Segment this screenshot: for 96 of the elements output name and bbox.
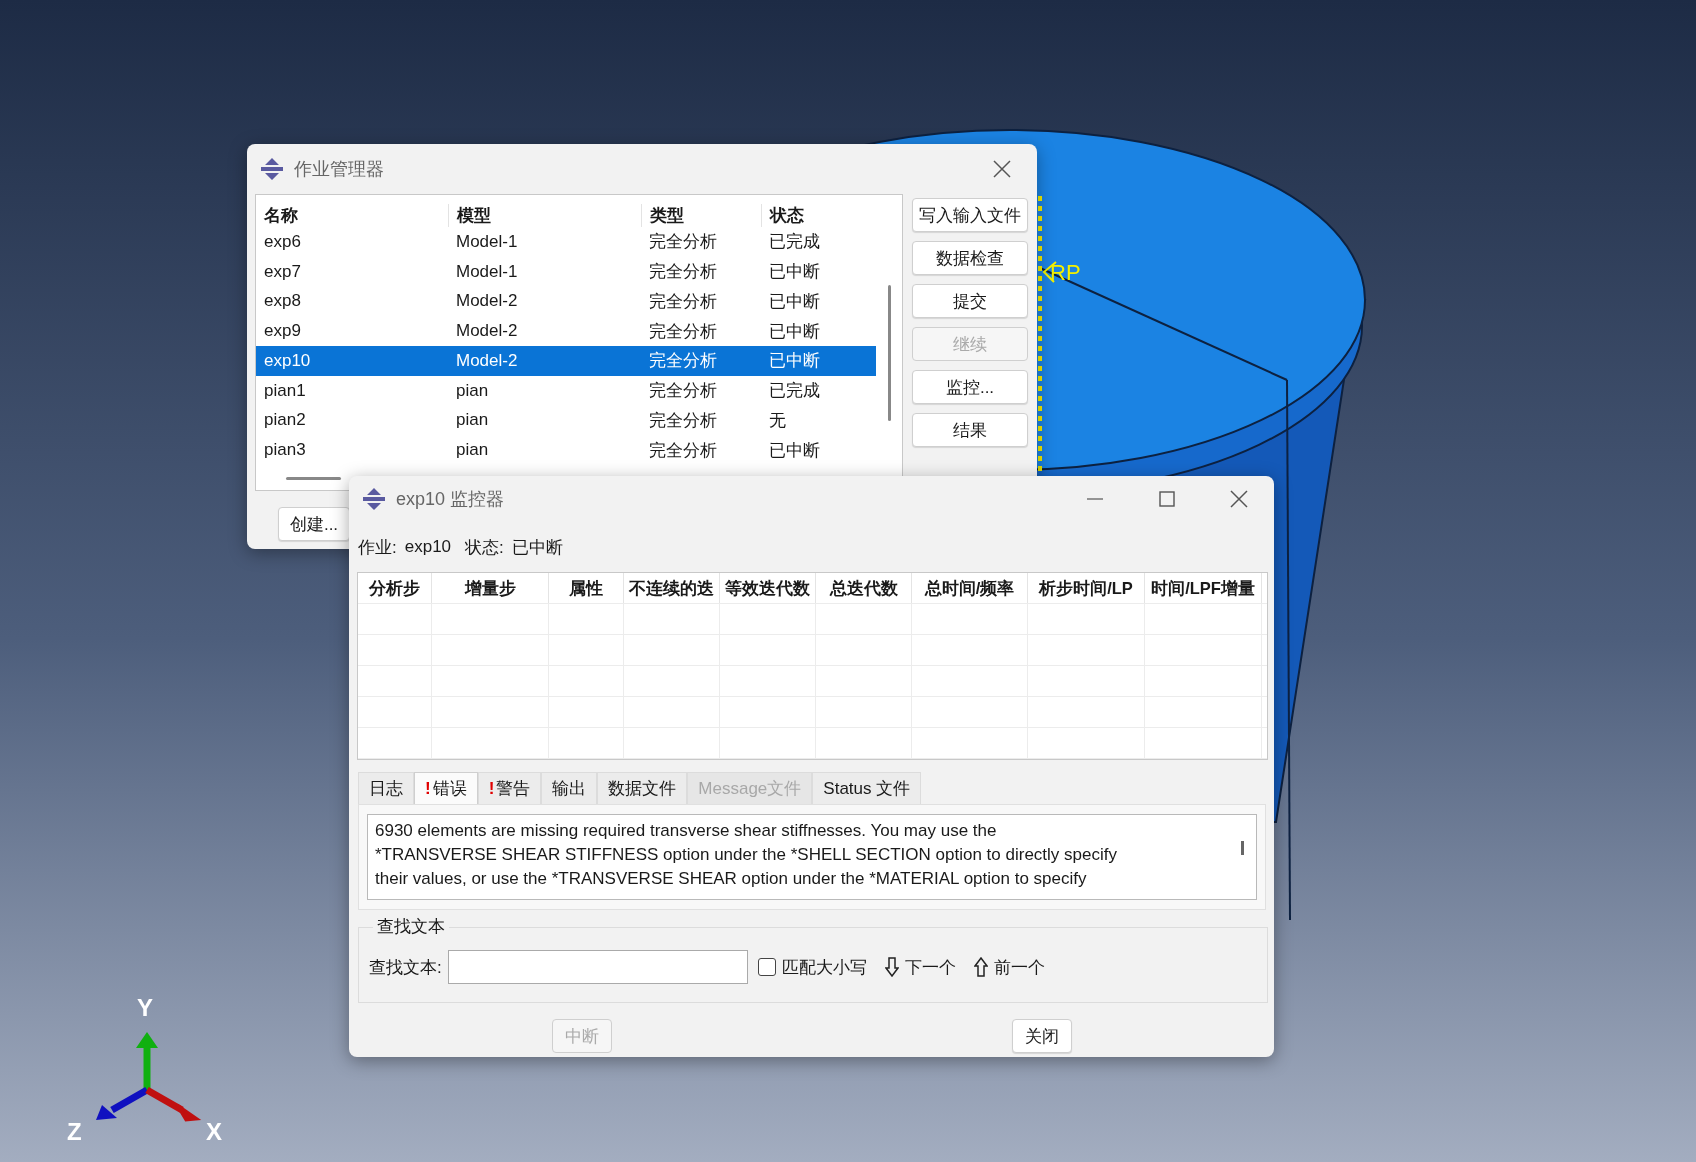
table-cell-text: exp7	[263, 261, 302, 282]
table-cell-text: 已中断	[768, 320, 821, 343]
action-button[interactable]: 数据检查	[912, 241, 1028, 275]
table-cell-text: pian	[455, 380, 490, 401]
table-cell-text: exp10	[263, 350, 312, 371]
job-row[interactable]: pian1 pian 完全分析 已完成	[256, 375, 876, 406]
table-cell-text: 已中断	[768, 290, 821, 313]
status-value: 已中断	[511, 536, 563, 559]
tab[interactable]: !警告	[477, 772, 542, 804]
table-cell-text: Model-1	[455, 231, 519, 252]
table-cell-text: 已完成	[768, 380, 821, 403]
table-cell-text: 已完成	[768, 231, 821, 254]
arrow-up-icon[interactable]	[973, 957, 988, 977]
scrollbar-thumb[interactable]	[888, 285, 891, 421]
table-cell-text: 已中断	[768, 261, 821, 284]
table-cell-text: 已中断	[768, 350, 821, 373]
next-link[interactable]: 下一个	[904, 955, 956, 979]
axis-label: Z	[67, 1118, 82, 1145]
table-cell-text: Model-2	[455, 321, 519, 342]
job-row[interactable]: pian2 pian 完全分析 无	[256, 405, 876, 436]
table-cell-text: 完全分析	[648, 439, 718, 462]
window-title: 作业管理器	[294, 158, 385, 181]
tab[interactable]: Status 文件	[812, 772, 922, 804]
action-button[interactable]: 结果	[912, 413, 1028, 447]
find-label: 查找文本:	[369, 956, 442, 979]
column-header[interactable]: 名称	[256, 204, 448, 227]
table-cell-text: Model-1	[455, 261, 519, 282]
scrollbar-thumb[interactable]	[1241, 841, 1244, 855]
table-cell-text: 完全分析	[648, 231, 718, 254]
action-button[interactable]: 监控...	[912, 370, 1028, 404]
column-header[interactable]: 总迭代数	[816, 573, 912, 603]
tab[interactable]: 数据文件	[597, 772, 688, 804]
job-label: 作业:	[358, 536, 397, 559]
table-cell-text: 完全分析	[648, 409, 718, 432]
app-icon	[260, 157, 284, 181]
column-header[interactable]: 析步时间/LP	[1028, 573, 1145, 603]
column-header[interactable]: 属性	[549, 573, 624, 603]
table-cell-text: pian3	[263, 440, 307, 461]
table-cell-text: Model-2	[455, 350, 519, 371]
arrow-down-icon[interactable]	[884, 957, 899, 977]
table-cell-text: 完全分析	[648, 380, 718, 403]
close-icon[interactable]	[1230, 490, 1248, 508]
table-cell-text: pian	[455, 440, 490, 461]
message-line: *TRANSVERSE SHEAR STIFFNESS option under the *SHELL SECTION option to directly specify	[375, 844, 1117, 866]
window-title: exp10 监控器	[396, 488, 506, 511]
column-header[interactable]: 总时间/频率	[912, 573, 1028, 603]
job-row[interactable]: exp7 Model-1 完全分析 已中断	[256, 256, 876, 287]
column-header[interactable]: 等效迭代数	[720, 573, 816, 603]
status-label: 状态:	[465, 536, 504, 559]
column-header[interactable]: 增量步	[432, 573, 549, 603]
job-row[interactable]: exp6 Model-1 完全分析 已完成	[256, 227, 876, 257]
group-title: 查找文本	[373, 915, 449, 938]
column-header[interactable]: 分析步	[358, 573, 432, 603]
column-header[interactable]: 状态	[761, 204, 873, 227]
table-cell-text: exp9	[263, 321, 302, 342]
table-cell-text: 完全分析	[648, 290, 718, 313]
axis-label: X	[206, 1118, 222, 1145]
table-cell-text: 无	[768, 409, 787, 432]
job-row[interactable]: exp10 Model-2 完全分析 已中断	[256, 346, 876, 376]
action-button[interactable]: 写入输入文件	[912, 198, 1028, 232]
job-row[interactable]: exp8 Model-2 完全分析 已中断	[256, 286, 876, 317]
column-header[interactable]: 时间/LPF增量	[1145, 573, 1262, 603]
previous-link[interactable]: 前一个	[993, 955, 1045, 979]
table-cell-text: 完全分析	[648, 261, 718, 284]
job-row[interactable]: pian3 pian 完全分析 已中断	[256, 435, 876, 465]
maximize-icon[interactable]	[1158, 490, 1176, 508]
table-cell-text: pian	[455, 410, 490, 431]
tab[interactable]: 日志	[358, 772, 414, 804]
checkbox[interactable]	[757, 958, 776, 976]
table-cell-text: 完全分析	[648, 350, 718, 373]
scrollbar-thumb[interactable]	[286, 477, 341, 480]
column-header[interactable]: 类型	[641, 204, 761, 227]
reference-point-label: RP	[1050, 260, 1081, 285]
table-cell-text: 已中断	[768, 439, 821, 462]
tab[interactable]: 输出	[541, 772, 598, 804]
table-cell-text: exp8	[263, 291, 302, 312]
message-line: 6930 elements are missing required transverse shear stiffnesses. You may use the	[375, 820, 997, 842]
action-button[interactable]: 关闭	[1012, 1019, 1072, 1053]
axis-label: Y	[137, 994, 153, 1021]
action-button[interactable]: 提交	[912, 284, 1028, 318]
job-name: exp10	[404, 537, 452, 557]
message-line: their values, or use the *TRANSVERSE SHEAR option under the *MATERIAL option to specify	[375, 868, 1087, 890]
checkbox-label[interactable]: 匹配大小写	[781, 955, 867, 979]
app-icon	[362, 487, 386, 511]
job-row[interactable]: exp9 Model-2 完全分析 已中断	[256, 316, 876, 346]
table-cell-text: 完全分析	[648, 320, 718, 343]
table-cell-text: exp6	[263, 231, 302, 252]
tab[interactable]: !错误	[414, 772, 478, 804]
table-cell-text: pian1	[263, 380, 307, 401]
table-cell-text: pian2	[263, 410, 307, 431]
column-header[interactable]: 不连续的迭	[624, 573, 720, 603]
column-header[interactable]: 模型	[448, 204, 641, 227]
find-field[interactable]	[447, 950, 748, 984]
create-button[interactable]: 创建...	[278, 507, 350, 541]
table-cell-text: Model-2	[455, 291, 519, 312]
close-icon[interactable]	[993, 160, 1011, 178]
